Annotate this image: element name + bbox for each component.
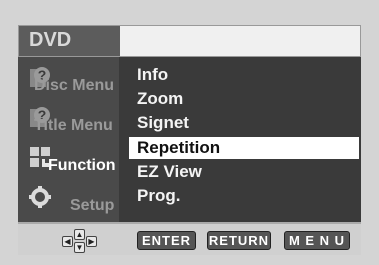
sidebar-item-title-menu[interactable]: ? Title Menu: [18, 101, 119, 141]
arrow-up-icon: ▲: [74, 229, 85, 240]
function-menu: Info Zoom Signet Repetition EZ View Prog…: [119, 57, 361, 222]
menu-item-info[interactable]: Info: [129, 64, 359, 86]
gear-icon: [29, 186, 51, 208]
enter-button[interactable]: ENTER: [137, 231, 196, 250]
sidebar-item-function[interactable]: Function: [18, 141, 119, 181]
nav-arrows-icon: ▲ ◀ ▶ ▼: [62, 229, 98, 253]
arrow-left-icon: ◀: [62, 236, 73, 247]
arrow-down-icon: ▼: [74, 242, 85, 253]
menu-item-repetition[interactable]: Repetition: [129, 137, 359, 159]
footer-bar: ▲ ◀ ▶ ▼ ENTER RETURN M E N U: [18, 222, 361, 255]
menu-item-signet[interactable]: Signet: [129, 112, 359, 134]
menu-item-ez-view[interactable]: EZ View: [129, 161, 359, 183]
page-title: DVD: [29, 29, 72, 51]
sidebar-item-disc-menu[interactable]: ? Disc Menu: [18, 61, 119, 101]
sidebar-item-label: Title Menu: [34, 117, 113, 134]
menu-item-zoom[interactable]: Zoom: [129, 88, 359, 110]
header-bar: DVD: [18, 25, 361, 57]
arrow-right-icon: ▶: [86, 236, 97, 247]
menu-item-prog[interactable]: Prog.: [129, 185, 359, 207]
sidebar-item-label: Disc Menu: [34, 77, 115, 94]
sidebar-item-label: Setup: [70, 197, 115, 214]
return-button[interactable]: RETURN: [207, 231, 271, 250]
header-left-panel: DVD: [19, 26, 120, 56]
sidebar: ? Disc Menu ? Title Menu Function Setup: [18, 57, 119, 222]
sidebar-item-setup[interactable]: Setup: [18, 181, 119, 221]
sidebar-item-label: Function: [48, 157, 116, 174]
menu-button[interactable]: M E N U: [284, 231, 350, 250]
dvd-osd-screen: DVD ? Disc Menu ? Title Menu Function Se…: [18, 25, 361, 255]
